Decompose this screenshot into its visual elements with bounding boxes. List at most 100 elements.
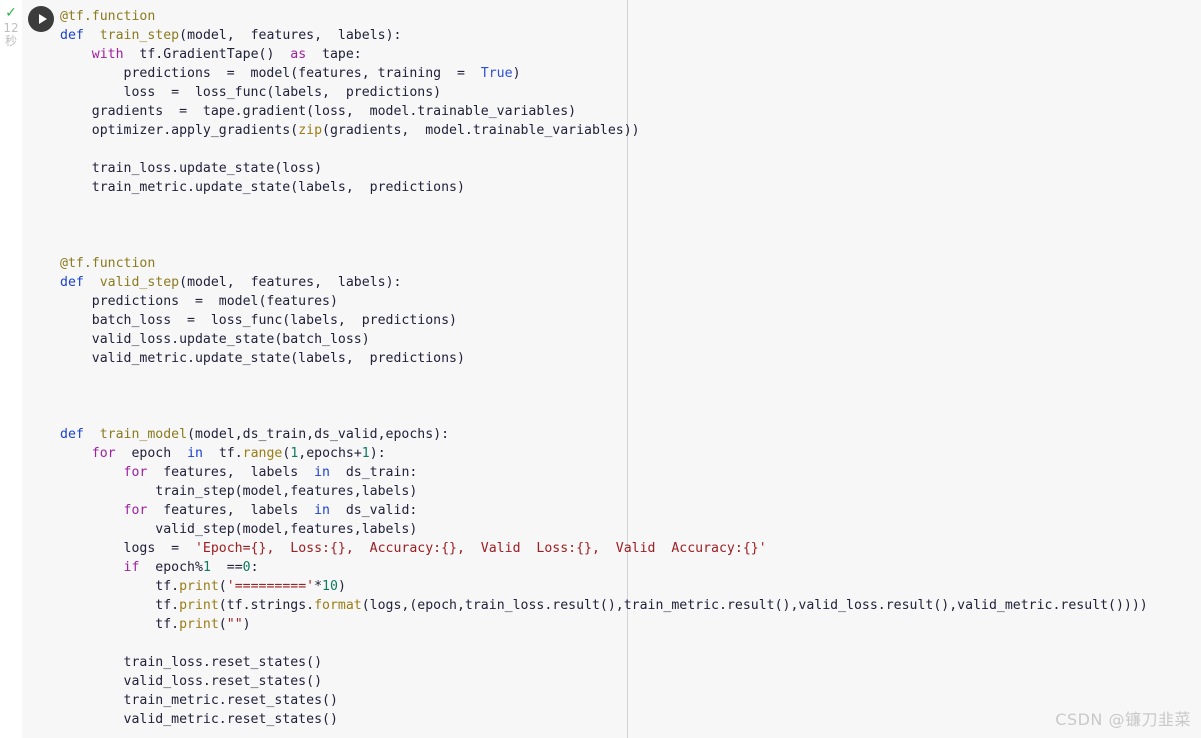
code-line: for features, labels in ds_train: (60, 463, 1148, 482)
run-cell-button[interactable] (28, 6, 54, 32)
code-token: 1 (361, 446, 370, 461)
code-token: train_loss.reset_states() (60, 655, 323, 670)
code-token: * (314, 579, 323, 594)
code-token: (logs,(epoch,train_loss.result(),train_m… (361, 598, 1148, 613)
code-line: tf.print(tf.strings.format(logs,(epoch,t… (60, 596, 1148, 615)
code-token: range (242, 446, 283, 461)
code-token: @tf.function (60, 256, 156, 271)
code-token: tf.GradientTape() (123, 47, 291, 62)
code-token: in (187, 446, 203, 461)
code-token: train_step(model,features,labels) (60, 484, 418, 499)
code-listing[interactable]: @tf.function def train_step(model, featur… (60, 7, 1148, 738)
code-token: gradients = tape.gradient(loss, model.tr… (60, 104, 577, 119)
code-line: predictions = model(features, training =… (60, 64, 1148, 83)
csdn-watermark: CSDN @镰刀韭菜 (1055, 710, 1191, 729)
code-token: train_model (99, 427, 188, 442)
code-token: ds_valid: (329, 503, 418, 518)
check-icon: ✓ (5, 5, 17, 21)
code-token: ): (385, 28, 402, 43)
code-line: tf.print("") (60, 615, 1148, 634)
code-token: predictions = model(features, training = (60, 66, 481, 81)
code-line: tf.print('========='*10) (60, 577, 1148, 596)
code-line: valid_metric.update_state(labels, predic… (60, 349, 1148, 368)
run-button-column (22, 0, 60, 738)
code-token: ( (218, 579, 227, 594)
code-token: loss = loss_func(labels, predictions) (60, 85, 442, 100)
code-token: batch_loss = loss_func(labels, predictio… (60, 313, 457, 328)
code-line: loss = loss_func(labels, predictions) (60, 83, 1148, 102)
code-token: (gradients, model.trainable_variables)) (322, 123, 640, 138)
code-line: for epoch in tf.range(1,epochs+1): (60, 444, 1148, 463)
code-token: valid_loss.update_state(batch_loss) (60, 332, 370, 347)
code-token: valid_loss.reset_states() (60, 674, 323, 689)
code-line: valid_metric.reset_states() (60, 710, 1148, 729)
code-line: with tf.GradientTape() as tape: (60, 45, 1148, 64)
code-token: ( (179, 28, 188, 43)
code-token: as (290, 47, 307, 62)
code-token: train_metric.reset_states() (60, 693, 338, 708)
code-token: print (179, 617, 219, 632)
code-token: for (123, 465, 148, 480)
code-token: tf. (60, 579, 180, 594)
code-line: train_metric.reset_states() (60, 691, 1148, 710)
code-token: in (314, 465, 330, 480)
code-token: (tf.strings. (218, 598, 315, 613)
code-token: predictions = model(features) (60, 294, 338, 309)
code-token: valid_metric.update_state(labels, predic… (60, 351, 465, 366)
code-line: optimizer.apply_gradients(zip(gradients,… (60, 121, 1148, 140)
code-editor-area[interactable]: @tf.function def train_step(model, featur… (60, 0, 1201, 738)
code-line: def valid_step(model, features, labels): (60, 273, 1148, 292)
code-token: ( (218, 617, 227, 632)
code-token: ( (179, 275, 188, 290)
code-token: True (480, 66, 513, 81)
cell-run-status-gutter: ✓ 12 秒 (0, 0, 22, 738)
code-token: ): (369, 446, 386, 461)
code-token: valid_step (99, 275, 180, 290)
code-token: ,epochs+ (298, 446, 362, 461)
code-token: train_metric.update_state(labels, predic… (60, 180, 465, 195)
code-token: ds_train: (329, 465, 418, 480)
code-line: if epoch%1 ==0: (60, 558, 1148, 577)
play-icon (38, 14, 47, 24)
code-token: print (179, 579, 219, 594)
run-elapsed-unit: 秒 (4, 33, 17, 48)
code-token: with (91, 47, 124, 62)
notebook-code-cell: ✓ 12 秒 @tf.function def train_step(model,… (0, 0, 1201, 738)
code-line: train_loss.update_state(loss) (60, 159, 1148, 178)
code-token: def (60, 28, 92, 43)
code-line: valid_loss.update_state(batch_loss) (60, 330, 1148, 349)
code-token: tf. (60, 617, 180, 632)
code-token: : (250, 560, 259, 575)
code-line: for features, labels in ds_valid: (60, 501, 1148, 520)
code-token: 10 (322, 579, 338, 594)
code-token: logs = (60, 541, 195, 556)
code-token: 0 (242, 560, 251, 575)
code-token: @tf.function (60, 9, 156, 24)
code-token: if (123, 560, 140, 575)
code-token: optimizer.apply_gradients( (60, 123, 299, 138)
code-line: predictions = model(features) (60, 292, 1148, 311)
run-elapsed-value: 12 (3, 21, 19, 35)
code-token: print (179, 598, 219, 613)
code-token: tape: (306, 47, 362, 62)
code-token: 'Epoch={}, Loss:{}, Accuracy:{}, Valid L… (194, 541, 767, 556)
code-line: def train_step(model, features, labels): (60, 26, 1148, 45)
code-token: def (60, 275, 92, 290)
code-token: (model,ds_train,ds_valid,epochs): (187, 427, 450, 442)
code-token: model, features, labels (187, 275, 386, 290)
code-line: @tf.function (60, 254, 1148, 273)
code-line: def train_model(model,ds_train,ds_valid,… (60, 425, 1148, 444)
code-token: train_loss.update_state(loss) (60, 161, 323, 176)
code-token: valid_metric.reset_states() (60, 712, 338, 727)
